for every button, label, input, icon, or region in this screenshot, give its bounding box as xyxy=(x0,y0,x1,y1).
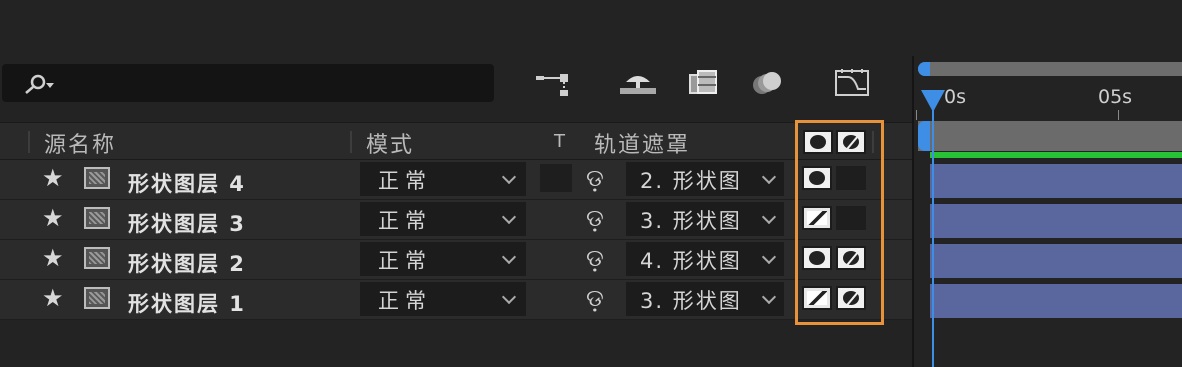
layer-name[interactable]: 形状图层 1 xyxy=(128,288,246,318)
mode-dropdown[interactable]: 正常 xyxy=(360,282,526,316)
header-mode[interactable]: 模式 xyxy=(366,127,414,159)
chevron-down-icon xyxy=(761,289,777,305)
top-bar xyxy=(0,0,1182,56)
shape-layer-icon xyxy=(84,207,110,229)
track-matte-dropdown[interactable]: 2. 形状图 xyxy=(626,162,784,196)
motion-blur-icon[interactable] xyxy=(748,66,788,100)
layer-row[interactable]: ★ 形状图层 1 正常 ଡ଼ 3. 形状图 xyxy=(0,280,912,320)
search-icon xyxy=(25,74,54,94)
flowchart-icon[interactable] xyxy=(534,66,574,100)
render-bar xyxy=(930,152,1182,158)
layer-clip[interactable] xyxy=(930,164,1182,198)
mode-dropdown[interactable]: 正常 xyxy=(360,202,526,236)
chevron-down-icon xyxy=(761,209,777,225)
pickwhip-icon[interactable]: ଡ଼ xyxy=(586,245,604,271)
pickwhip-icon[interactable]: ଡ଼ xyxy=(586,205,604,231)
track-matte-value: 3. 形状图 xyxy=(640,289,742,313)
mode-value: 正常 xyxy=(378,209,432,233)
ruler-label: 0s xyxy=(944,86,966,108)
playhead-handle[interactable] xyxy=(921,90,945,112)
column-separator xyxy=(350,131,352,153)
pickwhip-icon[interactable]: ଡ଼ xyxy=(586,165,604,191)
chevron-down-icon xyxy=(501,209,517,225)
layer-clip[interactable] xyxy=(930,284,1182,318)
pickwhip-icon[interactable]: ଡ଼ xyxy=(586,285,604,311)
mode-dropdown[interactable]: 正常 xyxy=(360,242,526,276)
header-source-name[interactable]: 源名称 xyxy=(44,127,116,159)
matte-columns-highlight xyxy=(795,120,884,325)
frame-blending-icon[interactable] xyxy=(684,66,724,100)
column-separator xyxy=(28,131,30,153)
graph-editor-icon[interactable] xyxy=(832,66,872,100)
preserve-transparency-toggle[interactable] xyxy=(540,164,572,192)
layer-row[interactable]: ★ 形状图层 2 正常 ଡ଼ 4. 形状图 xyxy=(0,240,912,280)
layer-row[interactable]: ★ 形状图层 4 正常 ଡ଼ 2. 形状图 xyxy=(0,160,912,200)
star-icon[interactable]: ★ xyxy=(42,246,64,270)
star-icon[interactable]: ★ xyxy=(42,206,64,230)
shape-layer-icon xyxy=(84,167,110,189)
mode-value: 正常 xyxy=(378,249,432,273)
layer-clip[interactable] xyxy=(930,204,1182,238)
star-icon[interactable]: ★ xyxy=(42,166,64,190)
layer-name[interactable]: 形状图层 2 xyxy=(128,248,246,278)
chevron-down-icon xyxy=(501,169,517,185)
playhead-line[interactable] xyxy=(932,100,934,367)
search-input[interactable] xyxy=(2,64,494,102)
chevron-down-icon xyxy=(501,289,517,305)
track-matte-dropdown[interactable]: 3. 形状图 xyxy=(626,202,784,236)
mode-value: 正常 xyxy=(378,289,432,313)
work-area-bar[interactable] xyxy=(918,62,1182,76)
mode-dropdown[interactable]: 正常 xyxy=(360,162,526,196)
header-track-matte[interactable]: 轨道遮罩 xyxy=(594,127,690,159)
mode-value: 正常 xyxy=(378,169,432,193)
shape-layer-icon xyxy=(84,247,110,269)
layer-name[interactable]: 形状图层 4 xyxy=(128,168,246,198)
chevron-down-icon xyxy=(761,249,777,265)
header-t[interactable]: T xyxy=(554,131,567,152)
layer-row[interactable]: ★ 形状图层 3 正常 ଡ଼ 3. 形状图 xyxy=(0,200,912,240)
star-icon[interactable]: ★ xyxy=(42,286,64,310)
track-matte-value: 2. 形状图 xyxy=(640,169,742,193)
layer-clip[interactable] xyxy=(930,244,1182,278)
track-matte-dropdown[interactable]: 4. 形状图 xyxy=(626,242,784,276)
track-matte-value: 4. 形状图 xyxy=(640,249,742,273)
layer-name[interactable]: 形状图层 3 xyxy=(128,208,246,238)
ruler-label: 05s xyxy=(1098,86,1133,108)
draft-3d-icon[interactable] xyxy=(618,66,658,100)
column-header-row: 源名称 模式 T 轨道遮罩 xyxy=(0,122,912,160)
composition-bar[interactable] xyxy=(918,121,1182,151)
chevron-down-icon xyxy=(501,249,517,265)
track-matte-value: 3. 形状图 xyxy=(640,209,742,233)
ruler-tick xyxy=(1118,110,1119,120)
shape-layer-icon xyxy=(84,287,110,309)
track-matte-dropdown[interactable]: 3. 形状图 xyxy=(626,282,784,316)
chevron-down-icon xyxy=(761,169,777,185)
ruler-tick xyxy=(916,110,917,120)
